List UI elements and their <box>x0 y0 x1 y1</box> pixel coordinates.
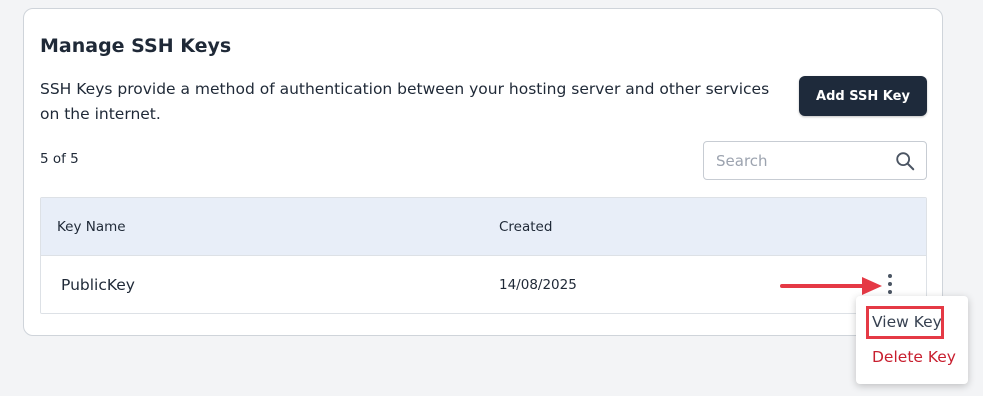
panel-description: SSH Keys provide a method of authenticat… <box>40 80 770 123</box>
row-actions-menu: View Key Delete Key <box>856 296 968 384</box>
search-box <box>703 141 927 180</box>
search-icon[interactable] <box>894 150 916 172</box>
page-title: Manage SSH Keys <box>40 35 232 57</box>
table-header: Key Name Created <box>41 198 926 256</box>
created-date-cell: 14/08/2025 <box>499 277 577 293</box>
annotation-arrow-icon <box>780 277 882 295</box>
key-name-cell: PublicKey <box>61 276 135 294</box>
delete-key-menu-item[interactable]: Delete Key <box>872 348 956 366</box>
column-header-created[interactable]: Created <box>499 219 552 235</box>
results-count: 5 of 5 <box>40 151 79 167</box>
column-header-key-name[interactable]: Key Name <box>57 219 126 235</box>
add-ssh-key-button[interactable]: Add SSH Key <box>799 76 927 116</box>
search-input[interactable] <box>716 142 886 179</box>
view-key-menu-item[interactable]: View Key <box>872 313 942 331</box>
